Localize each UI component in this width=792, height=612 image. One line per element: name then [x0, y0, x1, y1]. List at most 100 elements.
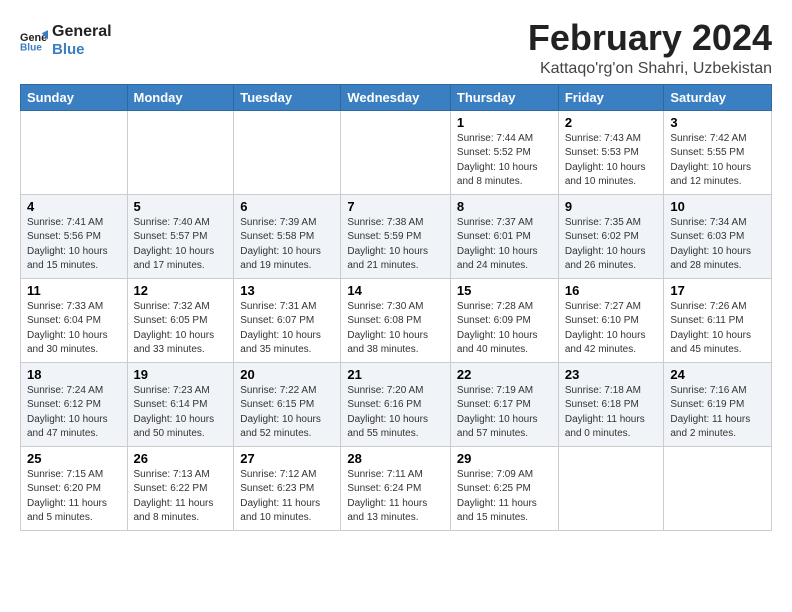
calendar-cell: 2Sunrise: 7:43 AMSunset: 5:53 PMDaylight…	[558, 110, 664, 194]
day-number: 1	[457, 115, 552, 130]
day-info: Sunrise: 7:33 AMSunset: 6:04 PMDaylight:…	[27, 300, 121, 358]
day-number: 3	[670, 115, 765, 130]
calendar-cell: 20 Sunrise: 7:22 AMSunset: 6:15 PMDayligh…	[234, 362, 341, 446]
svg-text:Blue: Blue	[20, 42, 42, 53]
day-info: Sunrise: 7:35 AMSunset: 6:02 PMDaylight:…	[565, 216, 658, 274]
day-number: 18	[27, 367, 121, 382]
day-info: Sunrise: 7:19 AMSunset: 6:17 PMDaylight:…	[457, 384, 552, 442]
day-number: 21	[347, 367, 444, 382]
calendar-cell: 3 Sunrise: 7:42 AMSunset: 5:55 PMDaylight…	[664, 110, 772, 194]
calendar-week-4: 18Sunrise: 7:24 AMSunset: 6:12 PMDayligh…	[21, 362, 772, 446]
day-number: 29	[457, 451, 552, 466]
day-number: 16	[565, 283, 658, 298]
calendar-table: SundayMondayTuesdayWednesdayThursdayFrid…	[20, 84, 772, 531]
day-number: 24	[670, 367, 765, 382]
calendar-cell	[127, 110, 234, 194]
calendar-cell: 12 Sunrise: 7:32 AMSunset: 6:05 PMDayligh…	[127, 278, 234, 362]
calendar-cell: 19 Sunrise: 7:23 AMSunset: 6:14 PMDayligh…	[127, 362, 234, 446]
day-number: 2	[565, 115, 658, 130]
day-info: Sunrise: 7:20 AMSunset: 6:16 PMDaylight:…	[347, 384, 444, 442]
day-info: Sunrise: 7:15 AMSunset: 6:20 PMDaylight:…	[27, 468, 121, 526]
calendar-header-row: SundayMondayTuesdayWednesdayThursdayFrid…	[21, 84, 772, 110]
day-info: Sunrise: 7:39 AMSunset: 5:58 PMDaylight:…	[240, 216, 334, 274]
day-info: Sunrise: 7:30 AMSunset: 6:08 PMDaylight:…	[347, 300, 444, 358]
day-info: Sunrise: 7:23 AMSunset: 6:14 PMDaylight:…	[134, 384, 228, 442]
calendar-cell: 13 Sunrise: 7:31 AMSunset: 6:07 PMDayligh…	[234, 278, 341, 362]
day-info: Sunrise: 7:16 AMSunset: 6:19 PMDaylight:…	[670, 384, 765, 442]
day-number: 13	[240, 283, 334, 298]
calendar-cell	[21, 110, 128, 194]
day-info: Sunrise: 7:22 AMSunset: 6:15 PMDaylight:…	[240, 384, 334, 442]
calendar-cell: 10Sunrise: 7:34 AMSunset: 6:03 PMDayligh…	[664, 194, 772, 278]
calendar-cell: 27 Sunrise: 7:12 AMSunset: 6:23 PMDayligh…	[234, 446, 341, 530]
calendar-cell: 15Sunrise: 7:28 AMSunset: 6:09 PMDayligh…	[450, 278, 558, 362]
day-number: 20	[240, 367, 334, 382]
calendar-week-2: 4 Sunrise: 7:41 AMSunset: 5:56 PMDaylight…	[21, 194, 772, 278]
header-sunday: Sunday	[21, 84, 128, 110]
day-number: 5	[134, 199, 228, 214]
calendar-cell: 6 Sunrise: 7:39 AMSunset: 5:58 PMDaylight…	[234, 194, 341, 278]
day-number: 12	[134, 283, 228, 298]
day-number: 26	[134, 451, 228, 466]
logo-name-general: General	[52, 22, 112, 41]
calendar-cell: 8 Sunrise: 7:37 AMSunset: 6:01 PMDaylight…	[450, 194, 558, 278]
day-number: 22	[457, 367, 552, 382]
logo-icon: General Blue	[20, 27, 48, 55]
calendar-cell: 23 Sunrise: 7:18 AMSunset: 6:18 PMDayligh…	[558, 362, 664, 446]
day-info: Sunrise: 7:38 AMSunset: 5:59 PMDaylight:…	[347, 216, 444, 274]
day-info: Sunrise: 7:12 AMSunset: 6:23 PMDaylight:…	[240, 468, 334, 526]
header-friday: Friday	[558, 84, 664, 110]
day-number: 15	[457, 283, 552, 298]
day-info: Sunrise: 7:11 AMSunset: 6:24 PMDaylight:…	[347, 468, 444, 526]
day-number: 19	[134, 367, 228, 382]
header-thursday: Thursday	[450, 84, 558, 110]
day-info: Sunrise: 7:31 AMSunset: 6:07 PMDaylight:…	[240, 300, 334, 358]
calendar-cell: 11 Sunrise: 7:33 AMSunset: 6:04 PMDayligh…	[21, 278, 128, 362]
calendar-cell: 7 Sunrise: 7:38 AMSunset: 5:59 PMDaylight…	[341, 194, 451, 278]
day-info: Sunrise: 7:42 AMSunset: 5:55 PMDaylight:…	[670, 132, 765, 190]
calendar-cell: 22 Sunrise: 7:19 AMSunset: 6:17 PMDayligh…	[450, 362, 558, 446]
calendar-cell: 25 Sunrise: 7:15 AMSunset: 6:20 PMDayligh…	[21, 446, 128, 530]
day-info: Sunrise: 7:37 AMSunset: 6:01 PMDaylight:…	[457, 216, 552, 274]
logo: General Blue General Blue	[20, 22, 112, 59]
calendar-cell: 28Sunrise: 7:11 AMSunset: 6:24 PMDayligh…	[341, 446, 451, 530]
page-title: February 2024	[528, 18, 772, 58]
day-info: Sunrise: 7:13 AMSunset: 6:22 PMDaylight:…	[134, 468, 228, 526]
page-container: General Blue General Blue February 2024 …	[0, 0, 792, 543]
calendar-cell: 26 Sunrise: 7:13 AMSunset: 6:22 PMDayligh…	[127, 446, 234, 530]
calendar-cell: 4 Sunrise: 7:41 AMSunset: 5:56 PMDaylight…	[21, 194, 128, 278]
day-info: Sunrise: 7:27 AMSunset: 6:10 PMDaylight:…	[565, 300, 658, 358]
calendar-cell: 9 Sunrise: 7:35 AMSunset: 6:02 PMDaylight…	[558, 194, 664, 278]
day-number: 14	[347, 283, 444, 298]
day-info: Sunrise: 7:32 AMSunset: 6:05 PMDaylight:…	[134, 300, 228, 358]
day-number: 4	[27, 199, 121, 214]
day-number: 8	[457, 199, 552, 214]
calendar-cell	[558, 446, 664, 530]
title-block: February 2024 Kattaqo'rg'on Shahri, Uzbe…	[528, 18, 772, 78]
calendar-cell: 16 Sunrise: 7:27 AMSunset: 6:10 PMDayligh…	[558, 278, 664, 362]
day-number: 25	[27, 451, 121, 466]
header-monday: Monday	[127, 84, 234, 110]
day-number: 7	[347, 199, 444, 214]
day-info: Sunrise: 7:18 AMSunset: 6:18 PMDaylight:…	[565, 384, 658, 442]
day-number: 9	[565, 199, 658, 214]
day-info: Sunrise: 7:09 AMSunset: 6:25 PMDaylight:…	[457, 468, 552, 526]
day-info: Sunrise: 7:26 AMSunset: 6:11 PMDaylight:…	[670, 300, 765, 358]
day-info: Sunrise: 7:44 AMSunset: 5:52 PMDaylight:…	[457, 132, 552, 190]
calendar-cell	[341, 110, 451, 194]
day-info: Sunrise: 7:41 AMSunset: 5:56 PMDaylight:…	[27, 216, 121, 274]
header-tuesday: Tuesday	[234, 84, 341, 110]
day-number: 6	[240, 199, 334, 214]
calendar-cell: 21 Sunrise: 7:20 AMSunset: 6:16 PMDayligh…	[341, 362, 451, 446]
calendar-cell: 5Sunrise: 7:40 AMSunset: 5:57 PMDaylight…	[127, 194, 234, 278]
calendar-week-3: 11 Sunrise: 7:33 AMSunset: 6:04 PMDayligh…	[21, 278, 772, 362]
calendar-cell: 17Sunrise: 7:26 AMSunset: 6:11 PMDayligh…	[664, 278, 772, 362]
calendar-cell: 24 Sunrise: 7:16 AMSunset: 6:19 PMDayligh…	[664, 362, 772, 446]
calendar-week-5: 25 Sunrise: 7:15 AMSunset: 6:20 PMDayligh…	[21, 446, 772, 530]
day-number: 27	[240, 451, 334, 466]
day-number: 11	[27, 283, 121, 298]
calendar-cell: 14 Sunrise: 7:30 AMSunset: 6:08 PMDayligh…	[341, 278, 451, 362]
day-number: 23	[565, 367, 658, 382]
day-info: Sunrise: 7:34 AMSunset: 6:03 PMDaylight:…	[670, 216, 765, 274]
page-subtitle: Kattaqo'rg'on Shahri, Uzbekistan	[528, 60, 772, 78]
